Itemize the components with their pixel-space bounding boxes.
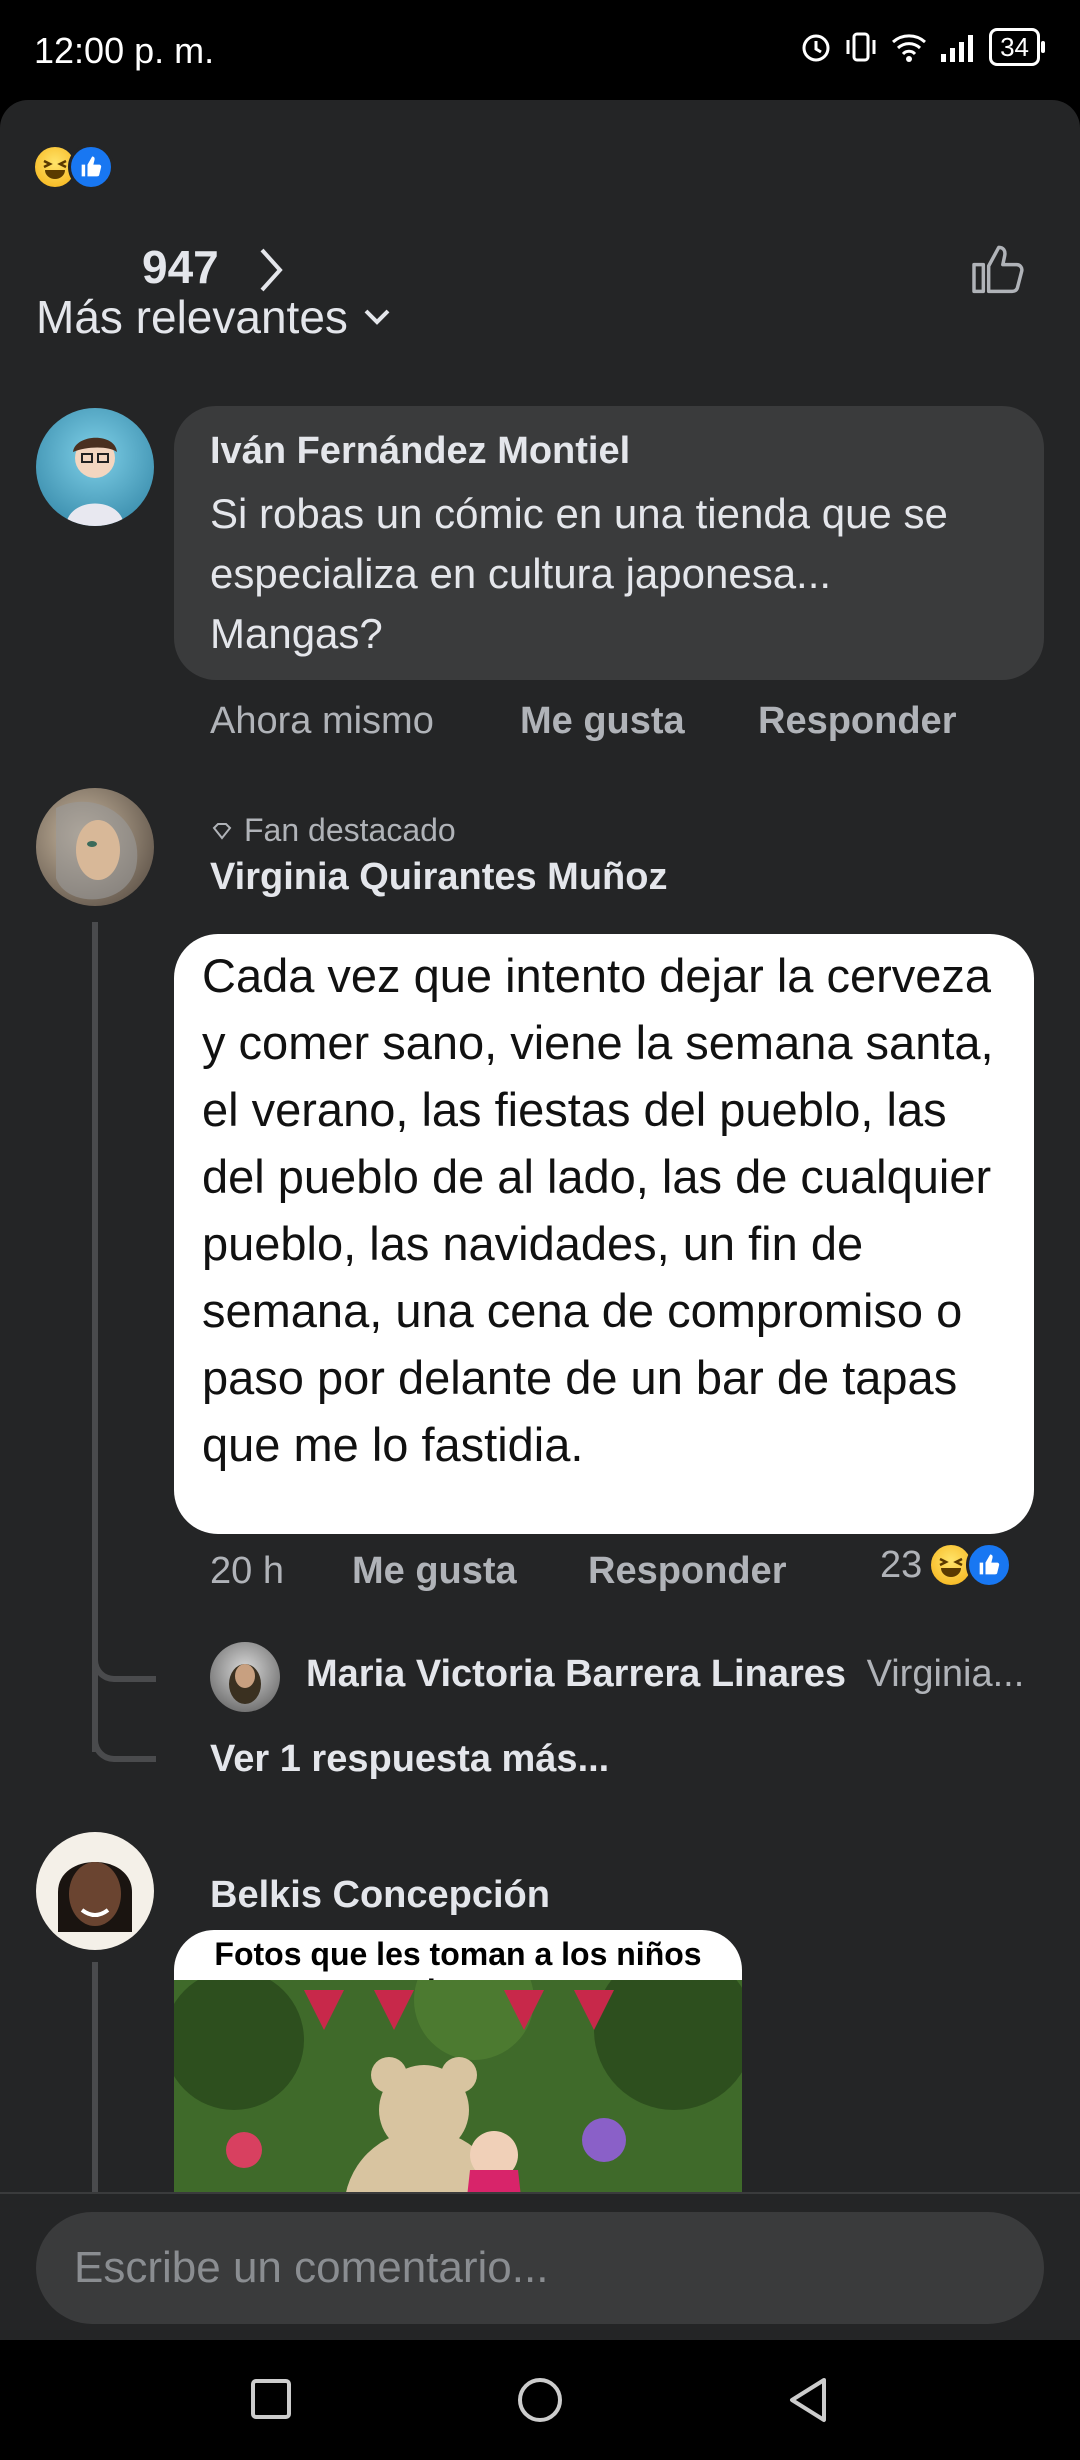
like-button-icon[interactable] bbox=[966, 238, 1030, 302]
comment-time: 20 h bbox=[210, 1550, 284, 1592]
image-text: Cada vez que intento dejar la cerveza y … bbox=[202, 949, 994, 1471]
thread-branch bbox=[92, 1700, 156, 1762]
like-reaction-icon bbox=[68, 144, 114, 190]
reply-button[interactable]: Responder bbox=[588, 1550, 786, 1593]
wifi-icon bbox=[892, 34, 927, 62]
sort-label: Más relevantes bbox=[36, 291, 348, 343]
fan-badge: Fan destacado bbox=[212, 812, 456, 849]
reactions-summary[interactable] bbox=[32, 144, 114, 190]
sort-dropdown[interactable]: Más relevantes bbox=[36, 290, 392, 344]
like-button[interactable]: Me gusta bbox=[352, 1550, 517, 1593]
fan-badge-label: Fan destacado bbox=[244, 812, 456, 848]
thread-branch bbox=[92, 1620, 156, 1682]
comment-input[interactable] bbox=[36, 2212, 1044, 2324]
comment-text: Si robas un cómic en una tienda que se e… bbox=[210, 490, 948, 657]
like-button[interactable]: Me gusta bbox=[520, 700, 685, 743]
like-reaction-icon bbox=[966, 1542, 1013, 1588]
comment-composer bbox=[0, 2192, 1080, 2342]
back-icon[interactable] bbox=[786, 2376, 830, 2424]
chevron-down-icon bbox=[364, 309, 390, 325]
reply-author: Maria Victoria Barrera Linares bbox=[306, 1653, 847, 1695]
avatar-maria[interactable] bbox=[210, 1642, 280, 1712]
home-icon[interactable] bbox=[516, 2376, 564, 2424]
avatar-virginia[interactable] bbox=[36, 788, 154, 906]
comment-time: Ahora mismo bbox=[210, 700, 434, 742]
comments-sheet: 947 Más relevantes Iván Fernández Montie… bbox=[0, 100, 1080, 2340]
diamond-icon bbox=[212, 822, 232, 840]
navigation-bar bbox=[0, 2340, 1080, 2460]
alarm-icon bbox=[802, 34, 830, 62]
status-bar: 12:00 p. m. 34 bbox=[0, 0, 1080, 100]
avatar-belkis[interactable] bbox=[36, 1832, 154, 1950]
comment-author[interactable]: Belkis Concepción bbox=[210, 1874, 550, 1917]
status-icons: 34 bbox=[799, 28, 1045, 66]
status-time: 12:00 p. m. bbox=[34, 30, 215, 71]
signal-icon bbox=[941, 35, 974, 62]
comment-image[interactable]: Cada vez que intento dejar la cerveza y … bbox=[174, 934, 1034, 1534]
comment-author[interactable]: Iván Fernández Montiel bbox=[210, 430, 630, 473]
recent-apps-icon[interactable] bbox=[250, 2378, 292, 2420]
chevron-right-icon[interactable] bbox=[256, 246, 286, 294]
comment-bubble[interactable]: Iván Fernández Montiel Si robas un cómic… bbox=[174, 406, 1044, 680]
reply-button[interactable]: Responder bbox=[758, 700, 956, 743]
avatar-ivan[interactable] bbox=[36, 408, 154, 526]
comment-author[interactable]: Virginia Quirantes Muñoz bbox=[210, 856, 667, 899]
reply-text: Virginia... bbox=[866, 1653, 1025, 1695]
view-more-replies[interactable]: Ver 1 respuesta más... bbox=[210, 1738, 609, 1781]
comment-reactions[interactable]: 23 bbox=[880, 1542, 1013, 1588]
comment-reaction-count: 23 bbox=[880, 1543, 923, 1586]
vibrate-icon bbox=[846, 32, 876, 62]
battery-icon: 34 bbox=[989, 28, 1045, 66]
reply-preview[interactable]: Maria Victoria Barrera Linares Virginia.… bbox=[306, 1653, 1046, 1696]
reaction-count[interactable]: 947 bbox=[142, 240, 219, 294]
